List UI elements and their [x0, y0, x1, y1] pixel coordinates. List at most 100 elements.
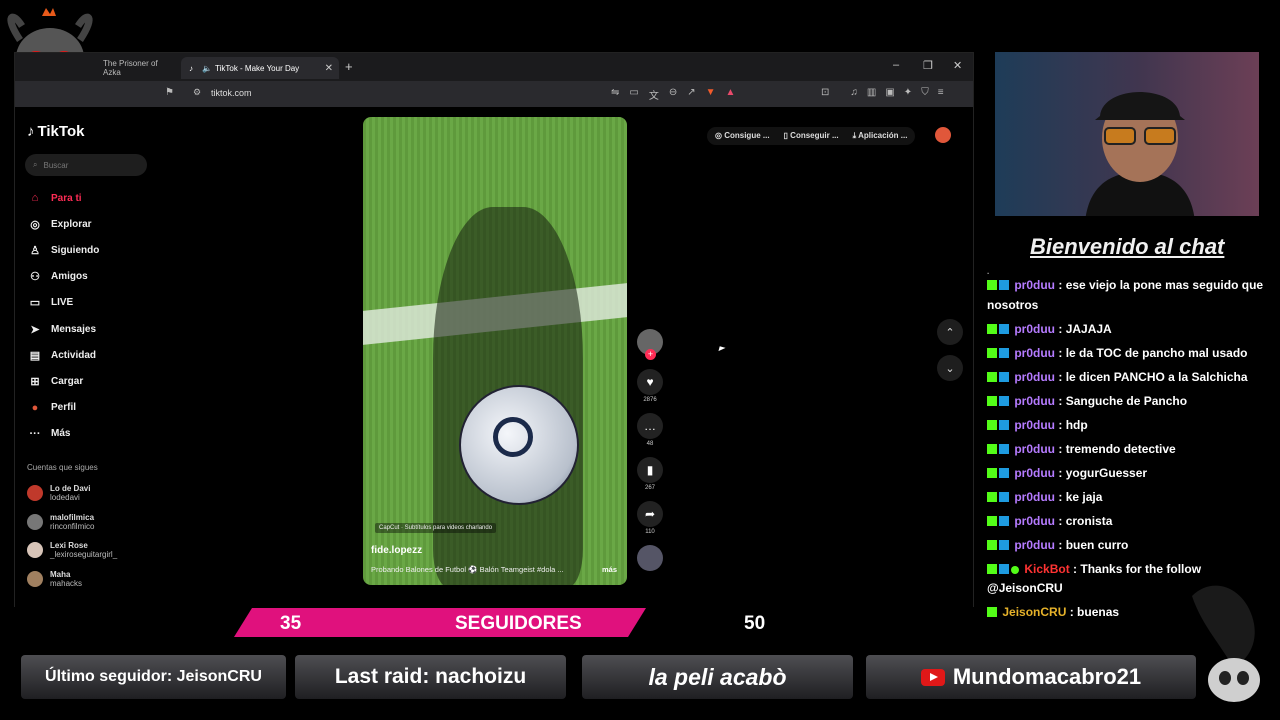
- goal-current: 35: [280, 613, 302, 634]
- following-item[interactable]: Lexi Rose _lexiroseguitargirl_: [27, 536, 117, 565]
- chat-text: : ke jaja: [1058, 489, 1103, 504]
- nav-item-live[interactable]: ▭ LIVE: [27, 290, 167, 316]
- like-button[interactable]: ♥: [637, 369, 663, 395]
- chat-username[interactable]: pr0duu: [1014, 322, 1055, 336]
- window-close-icon[interactable]: ✕: [953, 59, 962, 72]
- chat-username[interactable]: pr0duu: [1014, 490, 1055, 504]
- capcut-label[interactable]: CapCut · Subtítulos para videos charland…: [375, 523, 497, 533]
- share-button[interactable]: ➦: [637, 501, 663, 527]
- browser-window: The Prisoner of Azka ♪ 🔈 TikTok - Make Y…: [14, 52, 974, 607]
- address-bar: ⚑ ⚙ tiktok.com ⇋ ▭ 文 ⊖ ↗ ▼ ▲ ⊡ ♫ ▥ ▣ ✦ ⛉…: [15, 81, 973, 107]
- chat-message: pr0duu : ke jaja: [987, 488, 1273, 508]
- following-item[interactable]: Lo de Davi lodedavi: [27, 479, 117, 508]
- nav-item-amigos[interactable]: ⚇ Amigos: [27, 264, 167, 290]
- nav-item-siguiendo[interactable]: ♙ Siguiendo: [27, 237, 167, 263]
- chat-username[interactable]: pr0duu: [1014, 278, 1055, 292]
- screenshot-icon[interactable]: ⊡: [821, 87, 829, 98]
- nav-label: Cargar: [51, 375, 84, 387]
- tab-active[interactable]: ♪ 🔈 TikTok - Make Your Day ✕: [181, 57, 339, 79]
- more-link[interactable]: más: [602, 565, 617, 574]
- comment-count: 48: [646, 441, 654, 447]
- search-icon: ⌕: [33, 160, 38, 169]
- music-icon[interactable]: ♫: [850, 87, 858, 98]
- vpn-icon[interactable]: ⛉: [921, 87, 929, 98]
- screen-icon[interactable]: ▭: [629, 87, 638, 102]
- chat-username[interactable]: pr0duu: [1014, 394, 1055, 408]
- ball-logo: [493, 417, 533, 457]
- minimize-icon[interactable]: –: [893, 59, 899, 71]
- button-label: Conseguir ...: [790, 131, 839, 140]
- tab-inactive[interactable]: The Prisoner of Azka: [95, 57, 183, 79]
- next-video-button[interactable]: ⌄: [937, 355, 963, 381]
- chat-username[interactable]: pr0duu: [1014, 466, 1055, 480]
- get-coins-button[interactable]: ◎ Consigue ...: [715, 131, 770, 141]
- search-input[interactable]: ⌕ Buscar: [25, 154, 147, 176]
- new-tab-button[interactable]: +: [345, 59, 353, 74]
- restore-icon[interactable]: ❐: [923, 59, 933, 72]
- tiktok-logo[interactable]: ♪ TikTok: [27, 123, 84, 140]
- sidebar-nav: ⌂ Para ti ◎ Explorar ♙ Siguiendo ⚇ Amigos ▭ L…: [27, 185, 167, 447]
- nav-item-mensajes[interactable]: ➤ Mensajes: [27, 316, 167, 342]
- messages-icon: ➤: [30, 323, 40, 336]
- nav-label: Amigos: [51, 271, 88, 283]
- chat-text: : Thanks for the follow @JeisonCRU: [987, 561, 1202, 596]
- prev-video-button[interactable]: ⌃: [937, 319, 963, 345]
- nav-item-para-ti[interactable]: ⌂ Para ti: [27, 185, 167, 211]
- bookmark-icon[interactable]: ⚑: [165, 87, 174, 98]
- share-icon[interactable]: ↗: [687, 87, 695, 102]
- video-username[interactable]: fide.lopezz: [371, 545, 422, 556]
- chat-message: pr0duu : buen curro: [987, 536, 1273, 556]
- chat-username[interactable]: pr0duu: [1014, 442, 1055, 456]
- comment-button[interactable]: …: [637, 413, 663, 439]
- translate-icon[interactable]: ⇋: [611, 87, 619, 102]
- chat-username[interactable]: pr0duu: [1014, 370, 1055, 384]
- save-count: 267: [644, 485, 655, 491]
- bookmark-icon: ▮: [646, 463, 654, 477]
- nav-item-perfil[interactable]: ● Perfil: [27, 395, 167, 421]
- music-disc[interactable]: [637, 545, 663, 571]
- nav-item-explorar[interactable]: ◎ Explorar: [27, 211, 167, 237]
- site-info-icon[interactable]: ⚙: [193, 87, 201, 98]
- youtube-channel: Mundomacabro21: [952, 664, 1142, 689]
- live-icon: ▭: [29, 297, 41, 310]
- profile-avatar[interactable]: [935, 127, 951, 143]
- brave-shield-icon[interactable]: ▼: [706, 87, 716, 102]
- url-field[interactable]: tiktok.com: [211, 88, 252, 98]
- nav-item-actividad[interactable]: ▤ Actividad: [27, 342, 167, 368]
- toolbar-icons: ⊡ ♫ ▥ ▣ ✦ ⛉ ≡: [821, 87, 944, 98]
- chat-username[interactable]: pr0duu: [1014, 418, 1055, 432]
- rewards-icon[interactable]: ▲: [726, 87, 736, 102]
- nav-item-cargar[interactable]: ⊞ Cargar: [27, 368, 167, 394]
- chat-text: : hdp: [1058, 417, 1088, 432]
- comment-icon: …: [644, 419, 656, 433]
- mod-badge-icon: [999, 323, 1009, 334]
- get-app-button[interactable]: ▯ Conseguir ...: [784, 131, 839, 141]
- chat-text: : le dicen PANCHO a la Salchicha: [1058, 369, 1248, 384]
- chat-username[interactable]: pr0duu: [1014, 514, 1055, 528]
- chat-username[interactable]: JeisonCRU: [1002, 605, 1066, 619]
- wallet-icon[interactable]: ▣: [885, 87, 894, 98]
- follow-plus-icon[interactable]: +: [645, 349, 656, 360]
- menu-icon[interactable]: ≡: [938, 87, 944, 98]
- mod-badge-icon: [999, 371, 1009, 382]
- chat-username[interactable]: pr0duu: [1014, 346, 1055, 360]
- language-icon[interactable]: 文: [649, 87, 659, 102]
- last-follower-text: Último seguidor: JeisonCRU: [45, 668, 262, 685]
- chat-username[interactable]: pr0duu: [1014, 538, 1055, 552]
- following-item[interactable]: Maha mahacks: [27, 565, 117, 594]
- close-icon[interactable]: ✕: [325, 63, 333, 74]
- following-item[interactable]: malofilmica rinconfilmico: [27, 508, 117, 537]
- save-button[interactable]: ▮: [637, 457, 663, 483]
- leo-icon[interactable]: ✦: [904, 87, 912, 98]
- sidebar-icon[interactable]: ▥: [867, 87, 876, 98]
- mod-badge-icon: [999, 539, 1009, 550]
- video-player[interactable]: CapCut · Subtítulos para videos charland…: [363, 117, 627, 585]
- chat-message: pr0duu : hdp: [987, 416, 1273, 436]
- zoom-icon[interactable]: ⊖: [669, 87, 677, 102]
- nav-item-mas[interactable]: ··· Más: [27, 421, 167, 447]
- chat-username[interactable]: KickBot: [1024, 562, 1069, 576]
- kick-badge-icon: [987, 467, 997, 478]
- more-icon: ···: [29, 427, 41, 440]
- creator-avatar[interactable]: +: [637, 329, 663, 360]
- download-app-button[interactable]: ⤓ Aplicación ...: [853, 131, 908, 141]
